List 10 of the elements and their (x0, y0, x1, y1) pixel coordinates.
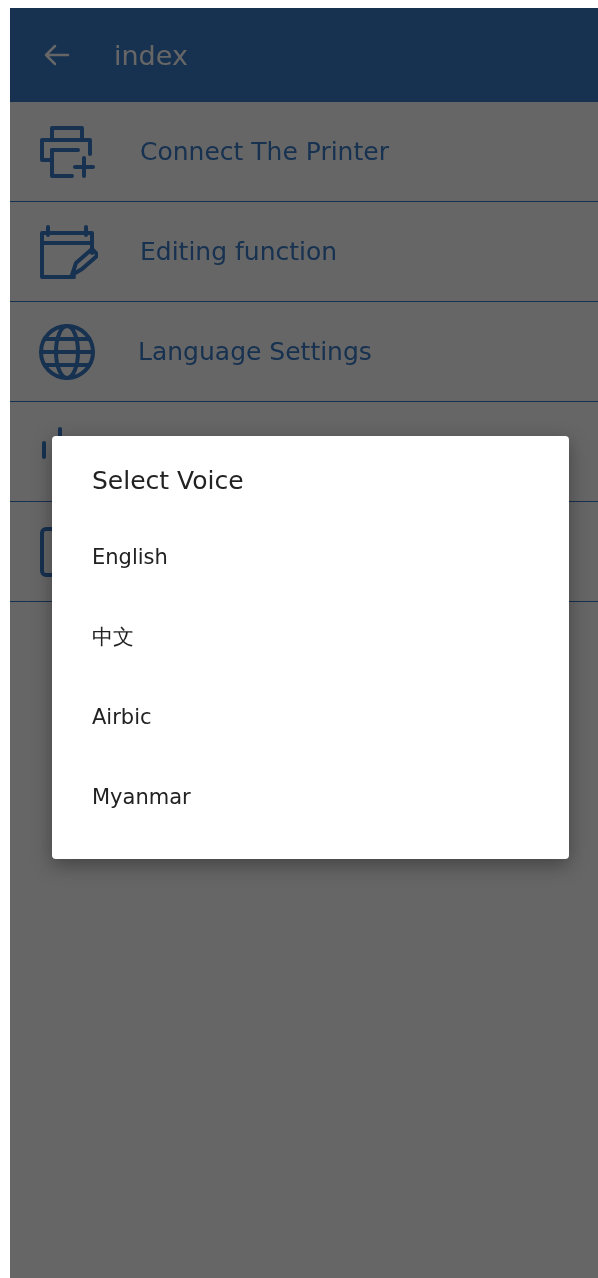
printer-icon (38, 125, 98, 178)
globe-icon (38, 322, 96, 381)
dialog-title: Select Voice (91, 466, 245, 495)
voice-option[interactable]: Myanmar (52, 757, 569, 837)
voice-option[interactable]: Airbic (52, 677, 569, 757)
voice-option[interactable]: English (52, 517, 569, 597)
voice-option[interactable]: 中文 (52, 597, 569, 677)
back-arrow-icon[interactable] (44, 44, 70, 66)
screen-title: index (114, 39, 188, 71)
calendar-edit-icon (38, 222, 98, 281)
